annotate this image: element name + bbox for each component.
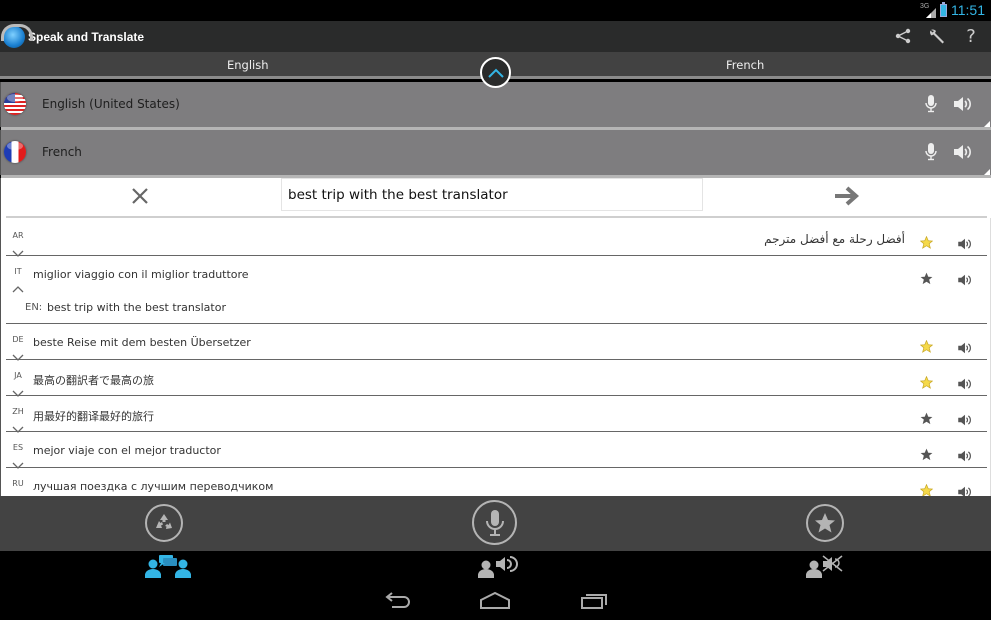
recycle-icon bbox=[156, 514, 172, 529]
source-language-selector[interactable]: English (United States) bbox=[0, 82, 991, 130]
france-flag-icon bbox=[4, 141, 26, 163]
chevron-down-icon[interactable] bbox=[12, 454, 24, 469]
clear-input-button[interactable] bbox=[131, 187, 151, 207]
arrow-right-icon bbox=[835, 186, 860, 206]
help-glyph: ? bbox=[966, 25, 976, 47]
app-logo-icon bbox=[1, 23, 33, 48]
speaker-icon[interactable] bbox=[958, 411, 972, 426]
recent-apps-icon bbox=[581, 594, 607, 609]
chevron-up-icon[interactable] bbox=[12, 278, 24, 293]
favorite-star-icon[interactable] bbox=[919, 234, 934, 249]
microphone-icon bbox=[485, 509, 504, 536]
source-mic-icon[interactable] bbox=[925, 95, 937, 117]
translate-button[interactable] bbox=[834, 186, 860, 206]
source-language-name: English (United States) bbox=[42, 97, 180, 111]
translation-text: miglior viaggio con il miglior traduttor… bbox=[33, 268, 249, 281]
language-code: ZH bbox=[12, 407, 24, 416]
favorite-star-filled-icon[interactable] bbox=[920, 446, 933, 461]
translation-text: أفضل رحلة مع أفضل مترجم bbox=[764, 232, 905, 246]
speaker-icon[interactable] bbox=[958, 483, 972, 496]
chevron-down-icon[interactable] bbox=[12, 346, 24, 361]
chevron-up-icon bbox=[487, 68, 504, 78]
battery-icon bbox=[940, 1, 947, 17]
back-translation-code: EN: bbox=[25, 302, 43, 313]
translation-row-ja[interactable]: JA 最高の翻訳者で最高の旅 bbox=[6, 361, 987, 397]
favorite-star-icon[interactable] bbox=[919, 482, 934, 496]
translation-row-ru[interactable]: RU лучшая поездка с лучшим переводчиком bbox=[6, 469, 987, 496]
translation-row-zh[interactable]: ZH 用最好的翻译最好的旅行 bbox=[6, 397, 987, 433]
translation-text: 用最好的翻译最好的旅行 bbox=[33, 410, 154, 423]
input-row bbox=[0, 178, 991, 218]
clear-history-button[interactable] bbox=[145, 504, 183, 542]
translation-text: лучшая поездка с лучшим переводчиком bbox=[33, 480, 274, 493]
wrench-settings-icon[interactable] bbox=[927, 25, 947, 47]
favorites-button[interactable] bbox=[806, 504, 844, 542]
recent-apps-button[interactable] bbox=[580, 591, 608, 615]
back-translation-text: best trip with the best translator bbox=[47, 301, 226, 314]
collapse-languages-button[interactable] bbox=[480, 57, 511, 88]
translation-row-de[interactable]: DE beste Reise mit dem besten Übersetzer bbox=[6, 325, 987, 361]
favorite-star-icon[interactable] bbox=[919, 338, 934, 353]
action-bar: Speak and Translate ? bbox=[0, 21, 991, 52]
home-button[interactable] bbox=[480, 591, 510, 615]
app-title: Speak and Translate bbox=[28, 29, 145, 44]
chevron-down-icon[interactable] bbox=[12, 382, 24, 397]
language-code: JA bbox=[14, 371, 22, 380]
signal-icon: 3G bbox=[920, 3, 936, 18]
system-nav-bar bbox=[0, 581, 991, 620]
translation-text: 最高の翻訳者で最高の旅 bbox=[33, 374, 154, 387]
translation-text: mejor viaje con el mejor traductor bbox=[33, 444, 221, 457]
translation-row-ar[interactable]: AR أفضل رحلة مع أفضل مترجم bbox=[6, 221, 987, 257]
speaker-icon[interactable] bbox=[958, 271, 972, 286]
source-speaker-icon[interactable] bbox=[954, 96, 972, 116]
translation-list: AR أفضل رحلة مع أفضل مترجم IT miglior viagg… bbox=[0, 218, 991, 496]
conversation-icon bbox=[145, 555, 191, 578]
clock: 11:51 bbox=[951, 2, 985, 18]
speaker-icon[interactable] bbox=[958, 447, 972, 462]
target-speaker-icon[interactable] bbox=[954, 144, 972, 164]
favorite-star-icon[interactable] bbox=[919, 374, 934, 389]
home-icon bbox=[480, 591, 510, 609]
language-code: DE bbox=[12, 335, 24, 344]
person-speaker-icon bbox=[478, 556, 518, 578]
speaker-icon[interactable] bbox=[958, 375, 972, 390]
us-flag-icon bbox=[4, 93, 26, 115]
speak-button[interactable] bbox=[472, 500, 517, 545]
star-icon bbox=[815, 513, 835, 533]
back-icon bbox=[385, 592, 410, 608]
language-code: ES bbox=[12, 443, 24, 452]
tab-target-language[interactable]: French bbox=[726, 58, 764, 72]
translation-text: beste Reise mit dem besten Übersetzer bbox=[33, 336, 251, 349]
target-mic-icon[interactable] bbox=[925, 143, 937, 165]
translation-row-es[interactable]: ES mejor viaje con el mejor traductor bbox=[6, 433, 987, 469]
translation-row-it[interactable]: IT miglior viaggio con il miglior tradutt… bbox=[6, 257, 987, 324]
favorite-star-filled-icon[interactable] bbox=[920, 410, 933, 425]
status-bar: 3G 11:51 bbox=[0, 0, 991, 21]
chevron-down-icon[interactable] bbox=[12, 242, 24, 257]
tab-silent-mode[interactable] bbox=[806, 554, 846, 582]
language-code: RU bbox=[12, 479, 24, 488]
speaker-icon[interactable] bbox=[958, 339, 972, 354]
close-icon bbox=[132, 188, 148, 204]
mode-tabs bbox=[0, 551, 991, 581]
target-language-selector[interactable]: French bbox=[0, 130, 991, 178]
speaker-icon[interactable] bbox=[958, 235, 972, 250]
help-icon[interactable]: ? bbox=[961, 25, 981, 47]
chevron-down-icon[interactable] bbox=[12, 418, 24, 433]
target-language-name: French bbox=[42, 145, 82, 159]
tab-conversation-mode[interactable] bbox=[145, 554, 191, 582]
translate-text-input[interactable] bbox=[281, 178, 703, 211]
share-icon[interactable] bbox=[893, 25, 913, 47]
language-code: AR bbox=[12, 231, 24, 240]
language-code: IT bbox=[14, 267, 22, 276]
tab-source-language[interactable]: English bbox=[227, 58, 269, 72]
person-mute-icon bbox=[806, 555, 843, 578]
back-button[interactable] bbox=[383, 591, 411, 615]
favorite-star-filled-icon[interactable] bbox=[920, 270, 933, 285]
bottom-action-bar bbox=[0, 496, 991, 551]
tab-speak-mode[interactable] bbox=[478, 554, 518, 582]
